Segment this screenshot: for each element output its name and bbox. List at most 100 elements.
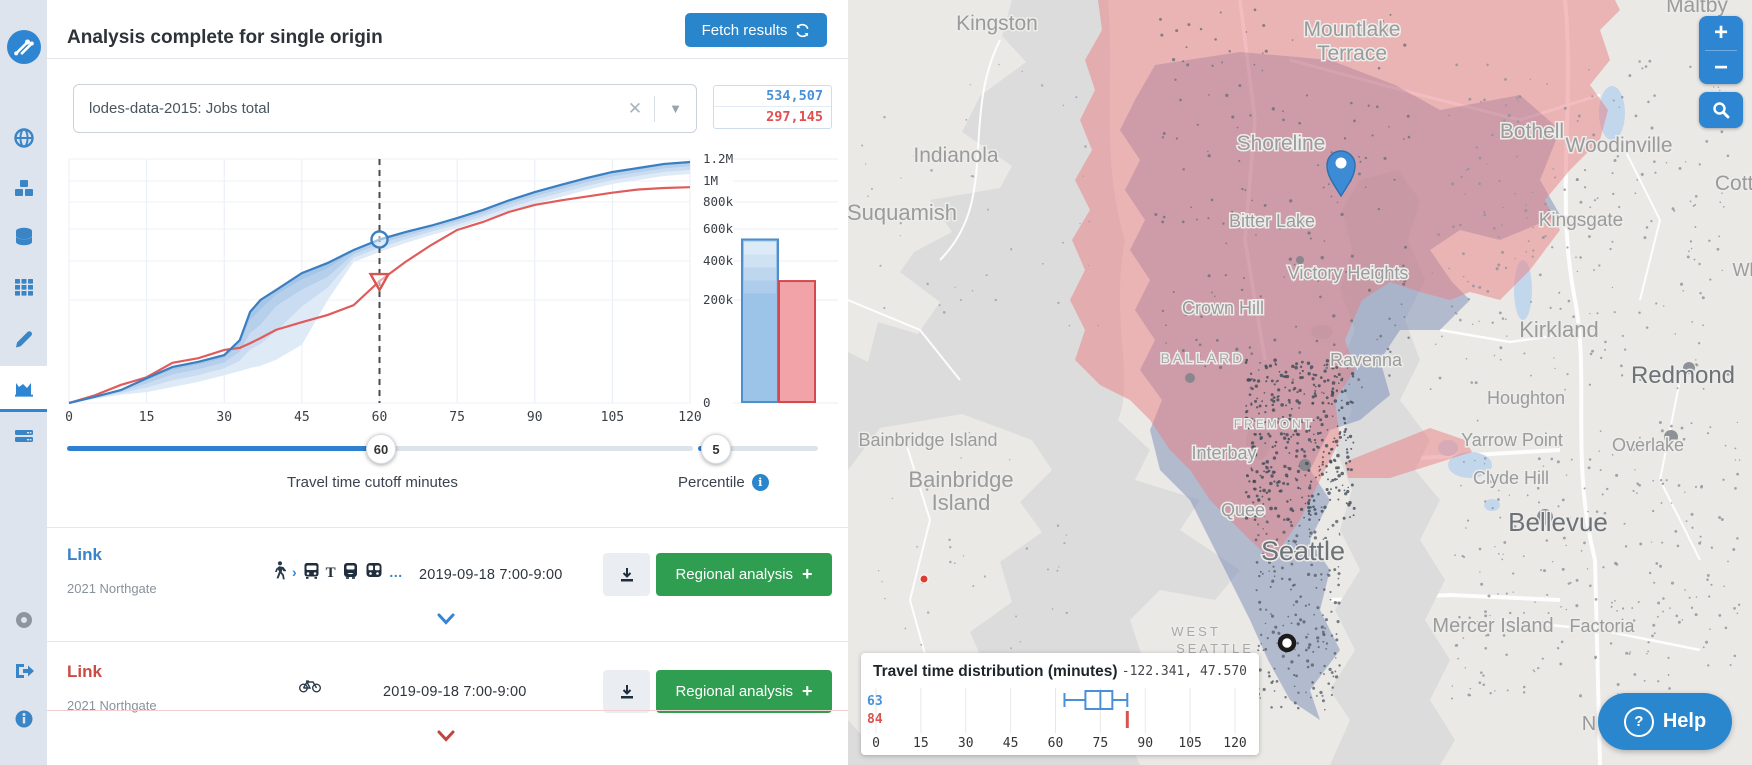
svg-text:Houghton: Houghton — [1487, 388, 1565, 408]
bus-icon — [303, 562, 320, 584]
svg-text:90: 90 — [1137, 736, 1153, 751]
origin-coordinates: -122.341, 47.570 — [1122, 664, 1247, 679]
map[interactable]: KingstonMaltbyMountlakeTerraceIndianolaS… — [848, 0, 1752, 765]
svg-text:Kingston: Kingston — [956, 12, 1038, 35]
app-root: Analysis complete for single origin Fetc… — [0, 0, 1752, 765]
help-label: Help — [1663, 710, 1706, 733]
regional-analysis-label: Regional analysis — [675, 683, 793, 700]
globe-icon — [13, 127, 35, 149]
comparison-divider — [47, 710, 848, 711]
sidebar-item-area-chart[interactable] — [0, 366, 47, 410]
cutoff-value: 60 — [374, 442, 388, 457]
svg-text:Bainbridge: Bainbridge — [908, 467, 1013, 492]
bike-icon — [299, 678, 321, 698]
svg-text:1M: 1M — [703, 173, 718, 188]
svg-text:Maltby: Maltby — [1666, 0, 1728, 17]
svg-text:Mercer Island: Mercer Island — [1432, 615, 1553, 637]
svg-text:Yarrow Point: Yarrow Point — [1461, 430, 1563, 450]
svg-text:90: 90 — [527, 410, 543, 425]
download-icon — [619, 684, 635, 700]
help-button[interactable]: ? Help — [1598, 693, 1732, 750]
distribution-boxplot: 01530456075901051206384 — [861, 683, 1259, 755]
chevron-down-icon[interactable]: ▼ — [655, 101, 696, 116]
sidebar-item-logo[interactable] — [0, 25, 47, 69]
svg-text:Island: Island — [932, 490, 991, 515]
cutoff-slider-label: Travel time cutoff minutes — [287, 474, 458, 491]
svg-text:30: 30 — [216, 410, 232, 425]
svg-text:Suquamish: Suquamish — [848, 200, 957, 225]
expand-chevron[interactable] — [437, 612, 455, 630]
download-button[interactable] — [603, 670, 650, 713]
sidebar-item-info[interactable] — [0, 697, 47, 741]
sidebar-item-sign-out[interactable] — [0, 649, 47, 693]
svg-text:Bainbridge Island: Bainbridge Island — [858, 430, 997, 450]
sidebar-item-database[interactable] — [0, 215, 47, 259]
expand-chevron[interactable] — [437, 729, 455, 747]
analysis-datetime: 2019-09-18 7:00-9:00 — [383, 684, 526, 700]
project-link[interactable]: Link — [67, 545, 102, 565]
regional-analysis-button[interactable]: Regional analysis+ — [656, 553, 832, 596]
sidebar-item-grid[interactable] — [0, 265, 47, 309]
regional-analysis-button[interactable]: Regional analysis + — [656, 670, 832, 713]
fetch-results-button[interactable]: Fetch results — [685, 13, 827, 47]
tram-icon — [342, 562, 359, 584]
download-button[interactable] — [603, 553, 650, 596]
svg-text:600k: 600k — [703, 221, 734, 236]
refresh-icon — [795, 23, 810, 38]
svg-text:Quee: Quee — [1221, 500, 1265, 520]
logo-icon — [7, 30, 41, 64]
svg-text:Bitter Lake: Bitter Lake — [1229, 211, 1315, 231]
sign-out-icon — [13, 660, 35, 682]
sidebar-item-cubes[interactable] — [0, 166, 47, 210]
map-canvas[interactable]: KingstonMaltbyMountlakeTerraceIndianolaS… — [848, 0, 1752, 765]
sidebar-item-disc[interactable] — [0, 598, 47, 642]
area-chart-icon — [13, 377, 35, 399]
svg-text:0: 0 — [872, 736, 880, 751]
accessibility-numbers: 534,507 297,145 — [713, 85, 832, 129]
svg-text:Victory Heights: Victory Heights — [1288, 263, 1409, 283]
mode-icons: ›T… — [273, 561, 404, 585]
plus-icon: + — [802, 681, 813, 702]
svg-text:63: 63 — [867, 694, 883, 709]
map-search-button[interactable] — [1699, 92, 1743, 128]
svg-text:Bellevue: Bellevue — [1508, 507, 1608, 537]
svg-text:WEST: WEST — [1171, 624, 1221, 639]
question-icon: ? — [1624, 707, 1654, 737]
svg-text:Kingsgate: Kingsgate — [1539, 210, 1624, 231]
svg-text:30: 30 — [958, 736, 974, 751]
sidebar-item-globe[interactable] — [0, 116, 47, 160]
svg-text:800k: 800k — [703, 194, 734, 209]
sidebar-item-pencil[interactable] — [0, 316, 47, 360]
plus-icon: + — [802, 564, 813, 585]
svg-text:Clyde Hill: Clyde Hill — [1473, 468, 1549, 488]
percentile-value: 5 — [712, 442, 719, 457]
info-icon[interactable]: i — [752, 474, 769, 491]
active-underline — [0, 409, 47, 412]
svg-text:Woodinville: Woodinville — [1566, 134, 1673, 157]
analysis-datetime: 2019-09-18 7:00-9:00 — [419, 567, 562, 583]
svg-text:120: 120 — [1223, 736, 1246, 751]
destination-layer-select[interactable]: lodes-data-2015: Jobs total ✕ ▼ — [73, 84, 697, 133]
svg-text:Whi: Whi — [1733, 260, 1752, 280]
clear-icon[interactable]: ✕ — [616, 99, 654, 119]
svg-text:Mountlake: Mountlake — [1304, 18, 1401, 41]
svg-text:200k: 200k — [703, 292, 734, 307]
svg-text:N: N — [1582, 713, 1596, 735]
accessibility-chart[interactable]: 01530456075901051200200k400k600k800k1M1.… — [47, 130, 848, 430]
zoom-in-button[interactable]: + — [1699, 16, 1743, 50]
more-modes-icon: … — [389, 564, 404, 582]
map-zoom-controls: + − — [1699, 16, 1743, 84]
project-link[interactable]: Link — [67, 662, 102, 682]
svg-text:0: 0 — [65, 410, 73, 425]
server-icon — [13, 426, 35, 448]
svg-text:Shoreline: Shoreline — [1237, 132, 1326, 155]
info-icon — [13, 708, 35, 730]
disc-icon — [13, 609, 35, 631]
svg-text:Seattle: Seattle — [1261, 536, 1345, 566]
percentile-slider-handle[interactable]: 5 — [701, 434, 731, 464]
sidebar-item-server[interactable] — [0, 415, 47, 459]
svg-text:FREMONT: FREMONT — [1234, 417, 1314, 431]
zoom-out-button[interactable]: − — [1699, 51, 1743, 84]
svg-text:Factoria: Factoria — [1569, 616, 1635, 636]
cutoff-slider-handle[interactable]: 60 — [366, 434, 396, 464]
